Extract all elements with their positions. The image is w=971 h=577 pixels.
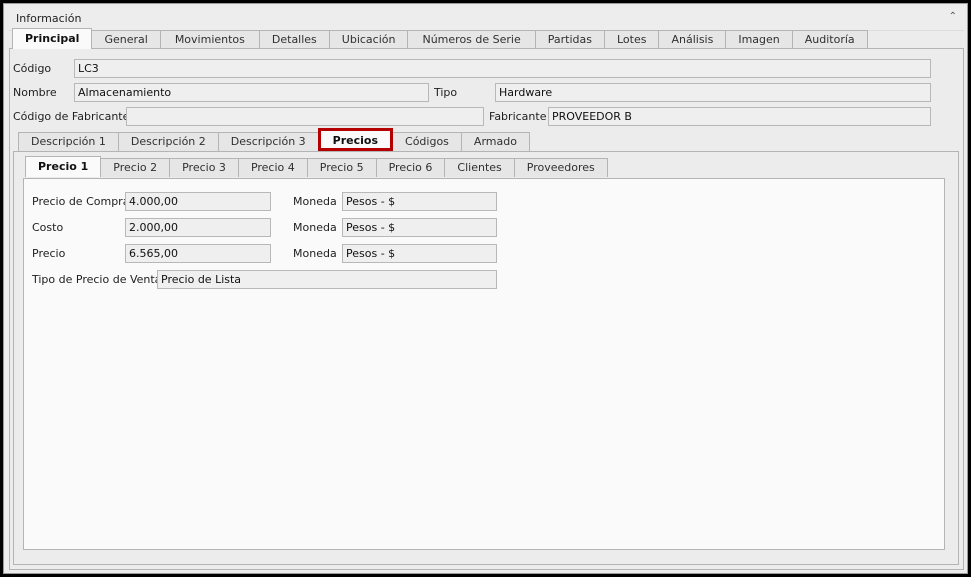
- tab-partidas[interactable]: Partidas: [534, 30, 605, 49]
- fabricante-label: Fabricante: [489, 110, 547, 123]
- tab-numeros-serie[interactable]: Números de Serie: [407, 30, 536, 49]
- main-window: Información ⌃ Principal General Movimien…: [3, 3, 968, 574]
- tipo-label: Tipo: [434, 86, 458, 99]
- codigo-field[interactable]: LC3: [74, 59, 931, 78]
- chevron-up-icon[interactable]: ⌃: [949, 11, 957, 22]
- tipo-precio-label: Tipo de Precio de Venta: [32, 273, 162, 286]
- precio-compra-field[interactable]: 4.000,00: [125, 192, 271, 211]
- tab-clientes[interactable]: Clientes: [444, 158, 515, 177]
- costo-field[interactable]: 2.000,00: [125, 218, 271, 237]
- tab-descripcion-2[interactable]: Descripción 2: [117, 132, 219, 151]
- tab-precios[interactable]: Precios: [317, 128, 394, 151]
- precio-compra-label: Precio de Compra: [32, 195, 130, 208]
- tab-precio-5[interactable]: Precio 5: [306, 158, 377, 177]
- precio-1-panel: Precio de Compra 4.000,00 Moneda Pesos -…: [23, 178, 945, 550]
- group-title: Información: [16, 12, 82, 25]
- tab-imagen[interactable]: Imagen: [725, 30, 793, 49]
- moneda-precio-label: Moneda: [293, 247, 337, 260]
- price-tab-strip: Precio 1 Precio 2 Precio 3 Precio 4 Prec…: [25, 156, 608, 177]
- costo-label: Costo: [32, 221, 64, 234]
- precio-label: Precio: [32, 247, 66, 260]
- codigo-label: Código: [13, 62, 52, 75]
- fabricante-field[interactable]: PROVEEDOR B: [548, 107, 931, 126]
- tab-analisis[interactable]: Análisis: [658, 30, 727, 49]
- tipo-field[interactable]: Hardware: [495, 83, 931, 102]
- tab-codigos[interactable]: Códigos: [392, 132, 462, 151]
- tab-principal[interactable]: Principal: [12, 28, 93, 49]
- tab-ubicacion[interactable]: Ubicación: [328, 30, 409, 49]
- precios-panel: Precio 1 Precio 2 Precio 3 Precio 4 Prec…: [13, 151, 959, 565]
- tab-descripcion-3[interactable]: Descripción 3: [217, 132, 319, 151]
- tab-detalles[interactable]: Detalles: [258, 30, 330, 49]
- tab-precio-6[interactable]: Precio 6: [375, 158, 446, 177]
- tab-armado[interactable]: Armado: [460, 132, 530, 151]
- main-tab-strip: Principal General Movimientos Detalles U…: [12, 28, 868, 49]
- nombre-label: Nombre: [13, 86, 57, 99]
- tab-lotes[interactable]: Lotes: [603, 30, 660, 49]
- tab-precio-3[interactable]: Precio 3: [169, 158, 239, 177]
- tab-proveedores[interactable]: Proveedores: [513, 158, 608, 177]
- tab-precio-4[interactable]: Precio 4: [237, 158, 308, 177]
- codigo-fabricante-field[interactable]: [126, 107, 484, 126]
- sub-tab-strip: Descripción 1 Descripción 2 Descripción …: [18, 128, 530, 151]
- tab-precio-1[interactable]: Precio 1: [25, 156, 102, 177]
- precio-field[interactable]: 6.565,00: [125, 244, 271, 263]
- tab-precio-2[interactable]: Precio 2: [100, 158, 171, 177]
- moneda-compra-field[interactable]: Pesos - $: [342, 192, 497, 211]
- tab-auditoria[interactable]: Auditoría: [791, 30, 868, 49]
- moneda-costo-label: Moneda: [293, 221, 337, 234]
- moneda-costo-field[interactable]: Pesos - $: [342, 218, 497, 237]
- tab-movimientos[interactable]: Movimientos: [159, 30, 260, 49]
- moneda-compra-label: Moneda: [293, 195, 337, 208]
- tipo-precio-field[interactable]: Precio de Lista: [157, 270, 497, 289]
- tab-general[interactable]: General: [91, 30, 161, 49]
- codigo-fabricante-label: Código de Fabricante: [13, 110, 130, 123]
- nombre-field[interactable]: Almacenamiento: [74, 83, 429, 102]
- moneda-precio-field[interactable]: Pesos - $: [342, 244, 497, 263]
- principal-panel: Código LC3 Nombre Almacenamiento Tipo Ha…: [9, 48, 964, 570]
- tab-descripcion-1[interactable]: Descripción 1: [18, 132, 119, 151]
